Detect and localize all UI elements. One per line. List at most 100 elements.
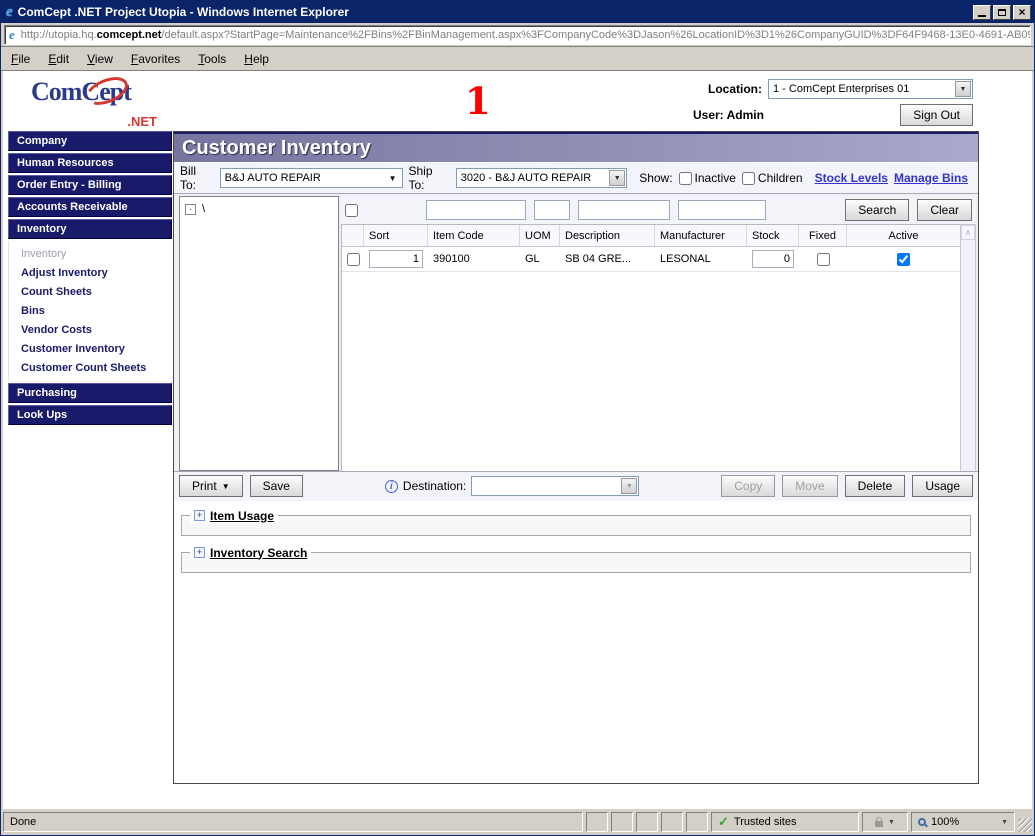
description-filter-input[interactable] <box>578 200 670 220</box>
sidebar-item-look-ups[interactable]: Look Ups <box>8 405 172 425</box>
stock-levels-link[interactable]: Stock Levels <box>815 171 888 185</box>
grid-box: Sort Item Code UOM Description Manufactu… <box>341 224 976 471</box>
page-viewport: ComCept .NET 1 Location: 1 - ComCept Ent… <box>3 71 1032 809</box>
url-input[interactable]: e http://utopia.hq.comcept.net/default.a… <box>4 25 1031 45</box>
chevron-down-icon: ▼ <box>389 174 397 183</box>
delete-button[interactable]: Delete <box>845 475 906 497</box>
chevron-down-icon[interactable]: ▼ <box>609 170 625 186</box>
usage-button[interactable]: Usage <box>912 475 973 497</box>
url-domain: comcept.net <box>97 29 162 41</box>
sort-input[interactable] <box>369 250 423 268</box>
logo-net-text: .NET <box>127 114 157 129</box>
resize-grip[interactable] <box>1018 818 1032 832</box>
tree-root-node[interactable]: · \ <box>185 203 333 215</box>
ship-to-select[interactable]: 3020 - B&J AUTO REPAIR ▼ <box>456 168 627 188</box>
destination-label: Destination: <box>403 479 466 493</box>
minimize-button[interactable] <box>973 5 991 20</box>
security-zone-panel: ✓ Trusted sites <box>711 812 859 832</box>
ship-to-label: Ship To: <box>409 164 450 192</box>
column-header-uom[interactable]: UOM <box>520 225 560 246</box>
sidebar-item-purchasing[interactable]: Purchasing <box>8 383 172 403</box>
column-header-active[interactable]: Active <box>847 225 960 246</box>
show-label: Show: <box>639 171 672 185</box>
menu-help[interactable]: Help <box>244 52 269 66</box>
sidebar-item-accounts-receivable[interactable]: Accounts Receivable <box>8 197 172 217</box>
plus-icon[interactable]: + <box>194 547 205 558</box>
session-block: Location: 1 - ComCept Enterprises 01 ▼ U… <box>693 79 973 126</box>
location-label: Location: <box>708 82 762 96</box>
column-header-fixed[interactable]: Fixed <box>799 225 847 246</box>
protected-mode-panel[interactable]: ▼ <box>862 812 908 832</box>
scroll-up-icon[interactable]: ∧ <box>961 225 975 240</box>
window-title: ComCept .NET Project Utopia - Windows In… <box>18 5 971 19</box>
item-usage-label[interactable]: Item Usage <box>210 509 274 523</box>
sidebar-item-human-resources[interactable]: Human Resources <box>8 153 172 173</box>
menu-view[interactable]: View <box>87 52 113 66</box>
sidebar-subitem-customer-count-sheets[interactable]: Customer Count Sheets <box>9 358 172 377</box>
bill-to-select[interactable]: B&J AUTO REPAIR ▼ <box>220 168 403 188</box>
fixed-checkbox[interactable] <box>817 253 830 266</box>
manufacturer-filter-input[interactable] <box>678 200 766 220</box>
customer-inventory-panel: Customer Inventory Bill To: B&J AUTO REP… <box>173 131 979 784</box>
inventory-search-label[interactable]: Inventory Search <box>210 546 307 560</box>
menu-favorites[interactable]: Favorites <box>131 52 180 66</box>
destination-group: i Destination: ▼ <box>310 476 714 496</box>
manufacturer-cell: LESONAL <box>655 247 747 271</box>
column-header-sort[interactable]: Sort <box>364 225 428 246</box>
sidebar-inventory-submenu: Inventory Adjust Inventory Count Sheets … <box>8 241 172 381</box>
vertical-scrollbar[interactable]: ∧ ∨ <box>960 224 976 471</box>
url-prefix: http://utopia.hq. <box>21 29 97 41</box>
bill-to-label: Bill To: <box>180 164 214 192</box>
zoom-panel[interactable]: 100% ▼ <box>911 812 1015 832</box>
chevron-down-icon[interactable]: ▼ <box>888 819 895 826</box>
menu-edit[interactable]: Edit <box>48 52 69 66</box>
print-button[interactable]: Print ▼ <box>179 475 243 497</box>
sidebar-subitem-vendor-costs[interactable]: Vendor Costs <box>9 320 172 339</box>
destination-select[interactable]: ▼ <box>471 476 639 496</box>
item-usage-toggle[interactable]: + Item Usage <box>190 509 278 523</box>
column-header-manufacturer[interactable]: Manufacturer <box>655 225 747 246</box>
location-select[interactable]: 1 - ComCept Enterprises 01 ▼ <box>768 79 973 99</box>
grid-header-row: Sort Item Code UOM Description Manufactu… <box>342 225 960 247</box>
chevron-down-icon[interactable]: ▼ <box>955 81 971 97</box>
actions-footer: Print ▼ Save i Destination: ▼ Copy Move … <box>174 471 978 501</box>
tree-expand-icon[interactable]: · <box>185 204 196 215</box>
sidebar-item-order-entry-billing[interactable]: Order Entry - Billing <box>8 175 172 195</box>
menu-tools[interactable]: Tools <box>198 52 226 66</box>
sidebar-item-company[interactable]: Company <box>8 131 172 151</box>
plus-icon[interactable]: + <box>194 510 205 521</box>
sidebar-item-inventory[interactable]: Inventory <box>8 219 172 239</box>
sign-out-button[interactable]: Sign Out <box>900 104 973 126</box>
stock-input[interactable] <box>752 250 794 268</box>
sidebar-subitem-bins[interactable]: Bins <box>9 301 172 320</box>
item-code-cell: 390100 <box>428 247 520 271</box>
sidebar-subitem-adjust-inventory[interactable]: Adjust Inventory <box>9 263 172 282</box>
row-select-checkbox[interactable] <box>347 253 360 266</box>
manage-bins-link[interactable]: Manage Bins <box>894 171 968 185</box>
active-checkbox[interactable] <box>897 253 910 266</box>
inactive-checkbox[interactable] <box>679 172 692 185</box>
item-usage-section: + Item Usage <box>181 509 971 536</box>
ie-logo-icon: e <box>6 4 13 21</box>
chevron-down-icon[interactable]: ▼ <box>1001 819 1008 826</box>
maximize-button[interactable] <box>993 5 1011 20</box>
ship-to-value: 3020 - B&J AUTO REPAIR <box>461 172 591 184</box>
column-header-description[interactable]: Description <box>560 225 655 246</box>
title-bar: e ComCept .NET Project Utopia - Windows … <box>1 1 1034 23</box>
inventory-search-toggle[interactable]: + Inventory Search <box>190 546 311 560</box>
close-button[interactable]: × <box>1013 5 1031 20</box>
children-checkbox[interactable] <box>742 172 755 185</box>
menu-file[interactable]: File <box>11 52 30 66</box>
search-button[interactable]: Search <box>845 199 909 221</box>
sidebar-subitem-count-sheets[interactable]: Count Sheets <box>9 282 172 301</box>
status-panel <box>686 812 708 832</box>
column-header-item-code[interactable]: Item Code <box>428 225 520 246</box>
column-header-stock[interactable]: Stock <box>747 225 799 246</box>
item-code-filter-input[interactable] <box>426 200 526 220</box>
uom-filter-input[interactable] <box>534 200 570 220</box>
chevron-down-icon: ▼ <box>222 482 230 491</box>
save-button[interactable]: Save <box>250 475 303 497</box>
select-all-checkbox[interactable] <box>345 204 358 217</box>
sidebar-subitem-customer-inventory[interactable]: Customer Inventory <box>9 339 172 358</box>
clear-button[interactable]: Clear <box>917 199 972 221</box>
